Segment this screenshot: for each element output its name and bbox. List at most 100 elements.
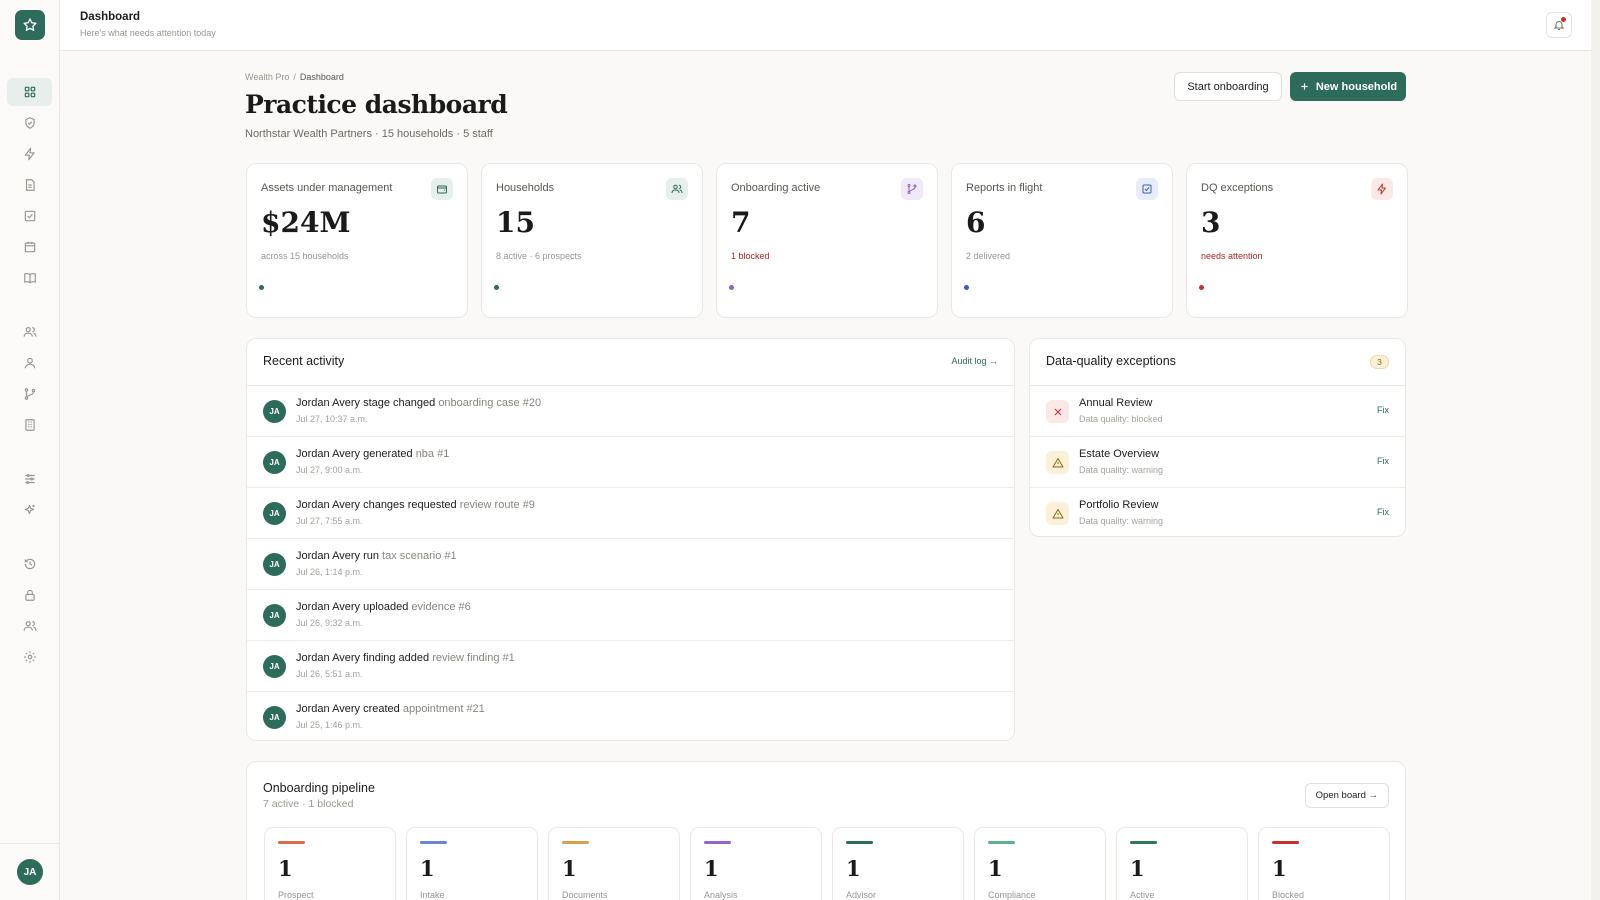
stage-count: 1	[704, 856, 719, 881]
building-icon	[24, 419, 35, 431]
sidebar-item-ai[interactable]	[7, 496, 52, 524]
stage-card-active[interactable]: 1 Active	[1116, 827, 1248, 900]
gear-icon	[23, 651, 36, 663]
activity-actor: Jordan Avery	[296, 652, 361, 664]
activity-row[interactable]: JA Jordan Avery uploaded evidence #6 Jul…	[247, 590, 1014, 641]
topbar-subtitle: Here's what needs attention today	[80, 28, 216, 38]
activity-target[interactable]: appointment #21	[403, 703, 485, 715]
scrollbar[interactable]	[1591, 0, 1600, 900]
dq-item-name: Estate Overview	[1079, 448, 1160, 460]
avatar: JA	[263, 604, 286, 627]
activity-text: Jordan Avery uploaded evidence #6	[296, 601, 471, 613]
new-household-button[interactable]: New household	[1290, 72, 1406, 101]
sidebar: JA	[0, 0, 60, 900]
notifications-button[interactable]	[1546, 12, 1572, 38]
activity-target[interactable]: review route #9	[460, 499, 535, 511]
calendar-icon	[24, 241, 35, 253]
warning-icon	[1046, 451, 1069, 474]
dq-row[interactable]: Portfolio Review Data quality: warning F…	[1030, 488, 1405, 536]
dq-row[interactable]: Annual Review Data quality: blocked Fix	[1030, 386, 1405, 437]
stage-card-documents[interactable]: 1 Documents	[548, 827, 680, 900]
kpi-dot	[494, 285, 499, 290]
breadcrumb-root[interactable]: Wealth Pro	[245, 72, 289, 82]
dq-item-name: Annual Review	[1079, 397, 1153, 409]
sidebar-item-dashboard[interactable]	[7, 78, 52, 106]
dq-row[interactable]: Estate Overview Data quality: warning Fi…	[1030, 437, 1405, 488]
sidebar-item-firms[interactable]	[7, 411, 52, 439]
sidebar-item-settings-rules[interactable]	[7, 465, 52, 493]
activity-row[interactable]: JA Jordan Avery generated nba #1 Jul 27,…	[247, 437, 1014, 488]
activity-target[interactable]: review finding #1	[432, 652, 515, 664]
kpi-note: across 15 households	[261, 251, 349, 261]
avatar: JA	[263, 553, 286, 576]
stage-count: 1	[562, 856, 577, 881]
activity-time: Jul 27, 7:55 a.m.	[296, 516, 363, 526]
sidebar-item-history[interactable]	[7, 550, 52, 578]
activity-text: Jordan Avery changes requested review ro…	[296, 499, 535, 511]
activity-row[interactable]: JA Jordan Avery finding added review fin…	[247, 641, 1014, 692]
user-avatar[interactable]: JA	[17, 859, 43, 885]
sidebar-item-library[interactable]	[7, 264, 52, 292]
panel-title: Recent activity	[263, 354, 345, 368]
kpi-card-reports[interactable]: Reports in flight 6 2 delivered	[951, 163, 1173, 318]
sidebar-item-security[interactable]	[7, 581, 52, 609]
activity-actor: Jordan Avery	[296, 601, 361, 613]
sidebar-item-households[interactable]	[7, 318, 52, 346]
activity-target[interactable]: nba #1	[416, 448, 450, 460]
kpi-card-onboarding[interactable]: Onboarding active 7 1 blocked	[716, 163, 938, 318]
activity-target[interactable]: onboarding case #20	[438, 397, 541, 409]
sidebar-item-onboarding[interactable]	[7, 380, 52, 408]
activity-row[interactable]: JA Jordan Avery created appointment #21 …	[247, 692, 1014, 740]
branch-icon	[901, 178, 923, 200]
kpi-card-dq-exceptions[interactable]: DQ exceptions 3 needs attention	[1186, 163, 1408, 318]
sidebar-item-compliance[interactable]	[7, 109, 52, 137]
kpi-label: Assets under management	[261, 182, 393, 194]
sidebar-item-team[interactable]	[7, 612, 52, 640]
shield-icon	[24, 117, 35, 129]
kpi-label: Onboarding active	[731, 182, 821, 194]
sidebar-item-documents[interactable]	[7, 171, 52, 199]
sidebar-item-clients[interactable]	[7, 349, 52, 377]
kpi-card-aum[interactable]: Assets under management $24M across 15 h…	[246, 163, 468, 318]
sidebar-item-settings[interactable]	[7, 643, 52, 671]
kpi-label: Households	[496, 182, 555, 194]
activity-text: Jordan Avery finding added review findin…	[296, 652, 515, 664]
sidebar-item-tasks[interactable]	[7, 202, 52, 230]
lock-icon	[24, 589, 35, 601]
stage-card-blocked[interactable]: 1 Blocked	[1258, 827, 1390, 900]
stage-card-advisor[interactable]: 1 Advisor	[832, 827, 964, 900]
activity-target[interactable]: tax scenario #1	[382, 550, 457, 562]
activity-target[interactable]: evidence #6	[411, 601, 470, 613]
stage-color-bar	[1130, 841, 1157, 844]
star-icon	[23, 18, 37, 31]
sidebar-item-actions[interactable]	[7, 140, 52, 168]
activity-row[interactable]: JA Jordan Avery stage changed onboarding…	[247, 386, 1014, 437]
fix-button[interactable]: Fix	[1377, 456, 1389, 466]
bolt-icon	[1371, 178, 1393, 200]
audit-log-link[interactable]: Audit log →	[951, 356, 998, 366]
start-onboarding-button[interactable]: Start onboarding	[1174, 72, 1282, 101]
open-board-button[interactable]: Open board →	[1304, 783, 1389, 808]
checkbox-icon	[24, 210, 35, 222]
dq-item-status: Data quality: blocked	[1079, 414, 1163, 424]
checkbox-icon	[1136, 178, 1158, 200]
history-icon	[24, 558, 35, 570]
fix-button[interactable]: Fix	[1377, 507, 1389, 517]
avatar: JA	[263, 706, 286, 729]
stage-card-analysis[interactable]: 1 Analysis	[690, 827, 822, 900]
stage-count: 1	[846, 856, 861, 881]
activity-row[interactable]: JA Jordan Avery run tax scenario #1 Jul …	[247, 539, 1014, 590]
stage-card-compliance[interactable]: 1 Compliance	[974, 827, 1106, 900]
kpi-card-households[interactable]: Households 15 8 active · 6 prospects	[481, 163, 703, 318]
app-logo[interactable]	[15, 10, 45, 40]
stage-card-prospect[interactable]: 1 Prospect	[264, 827, 396, 900]
bolt-icon	[24, 147, 35, 161]
fix-button[interactable]: Fix	[1377, 405, 1389, 415]
stage-color-bar	[1272, 841, 1299, 844]
activity-row[interactable]: JA Jordan Avery changes requested review…	[247, 488, 1014, 539]
activity-action: generated	[363, 448, 413, 460]
sidebar-item-calendar[interactable]	[7, 233, 52, 261]
stage-card-intake[interactable]: 1 Intake	[406, 827, 538, 900]
sparkles-icon	[24, 504, 35, 515]
stage-name: Active	[1130, 890, 1155, 900]
